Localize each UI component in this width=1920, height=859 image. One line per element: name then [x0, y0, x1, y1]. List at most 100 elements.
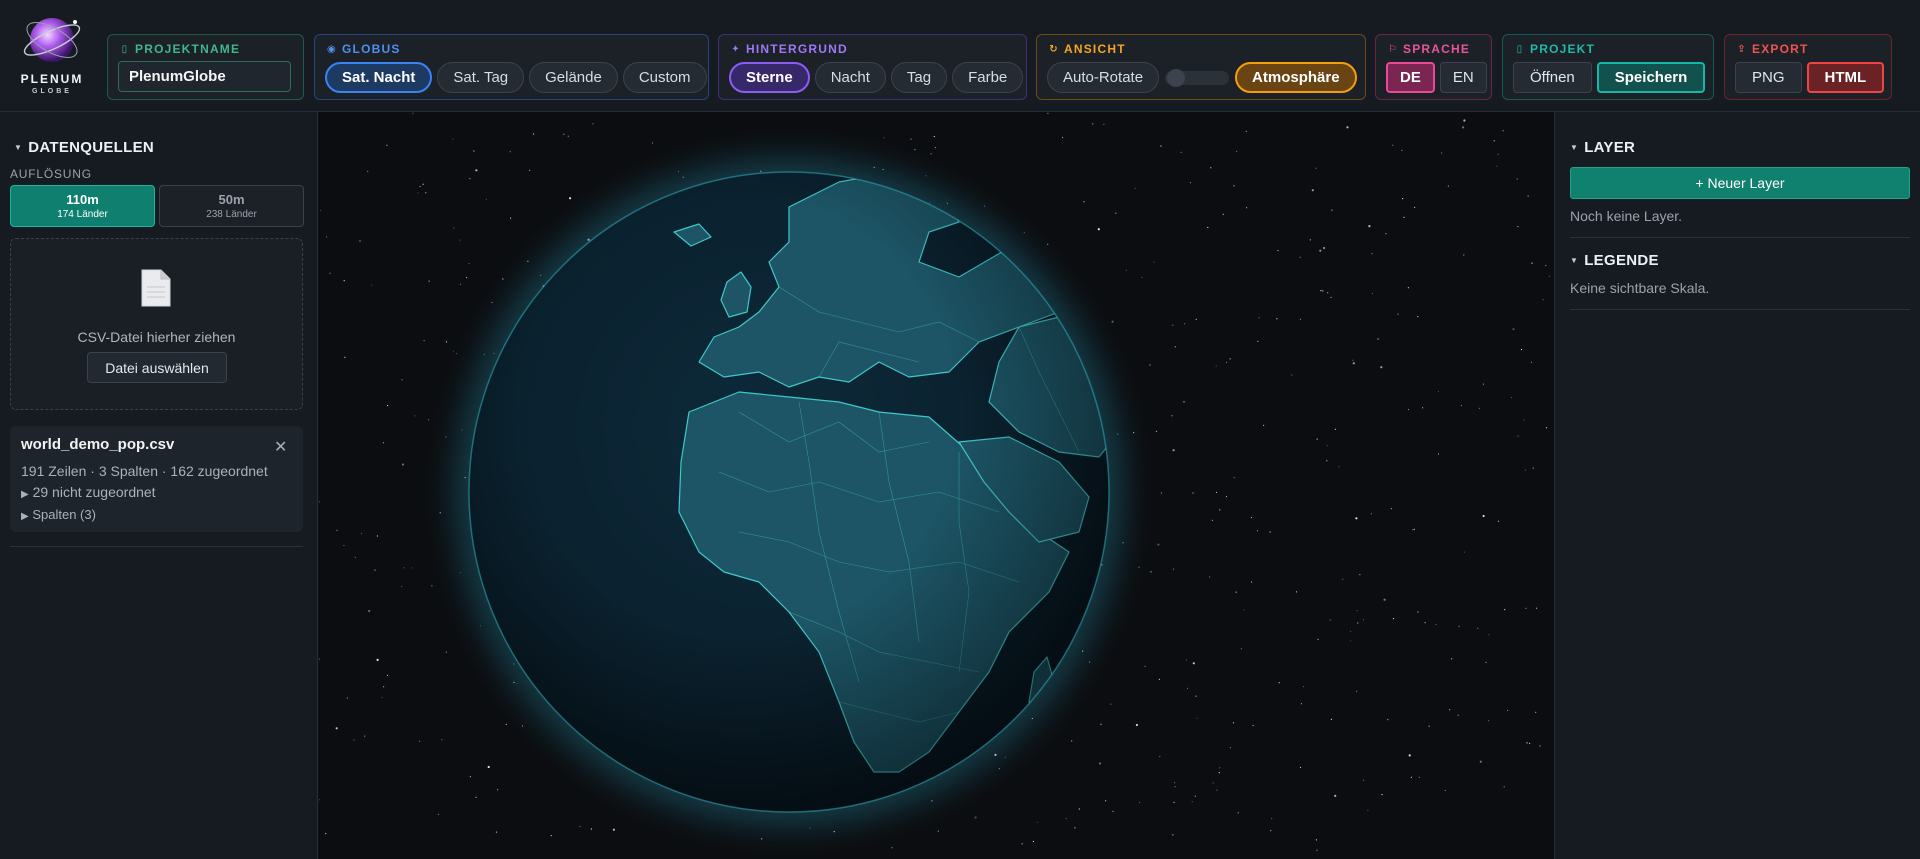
- globe-option-sat-nacht[interactable]: Sat. Nacht: [325, 62, 433, 93]
- star: [441, 739, 443, 741]
- star: [529, 169, 531, 171]
- layer-header[interactable]: ▼ LAYER: [1570, 139, 1635, 156]
- star: [1299, 766, 1302, 769]
- star: [1338, 466, 1340, 468]
- lang-de-button[interactable]: DE: [1386, 62, 1435, 93]
- star: [1232, 722, 1235, 724]
- new-layer-button[interactable]: + Neuer Layer: [1570, 167, 1910, 199]
- star: [1160, 145, 1162, 147]
- star: [1417, 611, 1419, 613]
- atmosphere-button[interactable]: Atmosphäre: [1235, 62, 1357, 93]
- loaded-file-card: world_demo_pop.csv ✕ 191 Zeilen · 3 Spal…: [10, 426, 303, 532]
- auto-rotate-button[interactable]: Auto-Rotate: [1047, 62, 1160, 93]
- star: [1078, 808, 1080, 810]
- star: [1271, 817, 1273, 820]
- star: [1155, 430, 1158, 432]
- resolution-count: 174 Länder: [57, 209, 108, 220]
- star: [510, 217, 512, 219]
- star: [1385, 233, 1387, 235]
- datenquellen-title: DATENQUELLEN: [28, 139, 155, 156]
- star: [1457, 714, 1459, 716]
- collapse-triangle-icon: ▼: [1570, 256, 1579, 265]
- star: [353, 739, 355, 741]
- star: [1036, 821, 1038, 824]
- export-png-button[interactable]: PNG: [1735, 62, 1802, 93]
- star: [1135, 723, 1138, 727]
- star: [1194, 795, 1196, 797]
- star: [445, 341, 447, 343]
- star: [1334, 794, 1337, 797]
- resolution-name: 50m: [218, 192, 245, 207]
- expand-triangle-icon: ▶: [21, 511, 29, 522]
- close-icon[interactable]: ✕: [274, 437, 287, 457]
- export-group: ⇪ EXPORT PNG HTML: [1724, 34, 1892, 100]
- star: [1233, 477, 1235, 479]
- lang-en-button[interactable]: EN: [1439, 62, 1487, 93]
- star: [412, 112, 414, 114]
- star: [1158, 678, 1160, 681]
- csv-dropzone[interactable]: CSV-Datei hierher ziehen Datei auswählen: [10, 238, 303, 410]
- choose-file-button[interactable]: Datei auswählen: [87, 352, 227, 383]
- project-name-input[interactable]: PlenumGlobe: [118, 61, 291, 92]
- export-html-button[interactable]: HTML: [1806, 62, 1885, 93]
- star: [1229, 358, 1231, 360]
- divider: [10, 546, 303, 547]
- star: [1153, 261, 1155, 263]
- legende-header[interactable]: ▼ LEGENDE: [1570, 252, 1659, 269]
- save-project-button[interactable]: Speichern: [1596, 62, 1706, 93]
- folder-icon: ▯: [1516, 43, 1524, 55]
- star: [1496, 165, 1498, 167]
- globe-option-sat-tag[interactable]: Sat. Tag: [437, 62, 525, 93]
- star: [319, 658, 320, 660]
- background-option-nacht[interactable]: Nacht: [814, 62, 886, 93]
- columns-toggle[interactable]: ▶ Spalten (3): [21, 507, 96, 522]
- globe-option-custom[interactable]: Custom: [622, 62, 707, 93]
- star: [1062, 136, 1064, 139]
- star: [1032, 840, 1034, 843]
- star: [1363, 779, 1365, 781]
- star: [1482, 383, 1484, 385]
- star: [1435, 623, 1437, 626]
- star: [1139, 801, 1141, 804]
- star: [1315, 839, 1317, 841]
- star: [1334, 428, 1336, 430]
- divider: [1570, 309, 1910, 310]
- star: [1451, 658, 1453, 660]
- export-icon: ⇪: [1737, 43, 1747, 55]
- star: [1350, 640, 1352, 642]
- star: [1356, 610, 1358, 612]
- star: [1418, 776, 1420, 778]
- star: [1098, 762, 1102, 765]
- star: [354, 556, 356, 558]
- top-toolbar: PLENUM GLOBE ▯ PROJEKTNAME PlenumGlobe ◉…: [0, 0, 1920, 112]
- auto-rotate-toggle[interactable]: [1165, 68, 1230, 87]
- datenquellen-header[interactable]: ▼ DATENQUELLEN: [14, 139, 154, 156]
- star: [1180, 151, 1182, 153]
- globe-option-gelaende[interactable]: Gelände: [529, 62, 618, 93]
- star: [1300, 703, 1302, 705]
- star: [403, 567, 405, 569]
- star: [567, 135, 569, 137]
- globe-canvas[interactable]: [319, 112, 1554, 859]
- globe-viewport[interactable]: [319, 112, 1554, 859]
- star: [1174, 782, 1176, 784]
- star: [1299, 256, 1301, 258]
- resolution-50m-button[interactable]: 50m 238 Länder: [159, 185, 304, 227]
- star: [475, 169, 478, 172]
- star: [1105, 800, 1107, 802]
- star: [1413, 528, 1415, 530]
- star: [1215, 365, 1217, 367]
- background-option-sterne[interactable]: Sterne: [729, 62, 810, 93]
- toggle-knob: [1167, 68, 1186, 87]
- resolution-110m-button[interactable]: 110m 174 Länder: [10, 185, 155, 227]
- background-option-tag[interactable]: Tag: [890, 62, 948, 93]
- flag-icon: ⚐: [1388, 43, 1399, 55]
- star: [1277, 250, 1279, 252]
- star: [1526, 742, 1528, 744]
- unmatched-toggle[interactable]: ▶ 29 nicht zugeordnet: [21, 484, 156, 500]
- open-project-button[interactable]: Öffnen: [1513, 62, 1592, 93]
- star: [1211, 519, 1213, 521]
- star: [1240, 648, 1242, 650]
- star: [1545, 264, 1547, 267]
- background-option-farbe[interactable]: Farbe: [952, 62, 1024, 93]
